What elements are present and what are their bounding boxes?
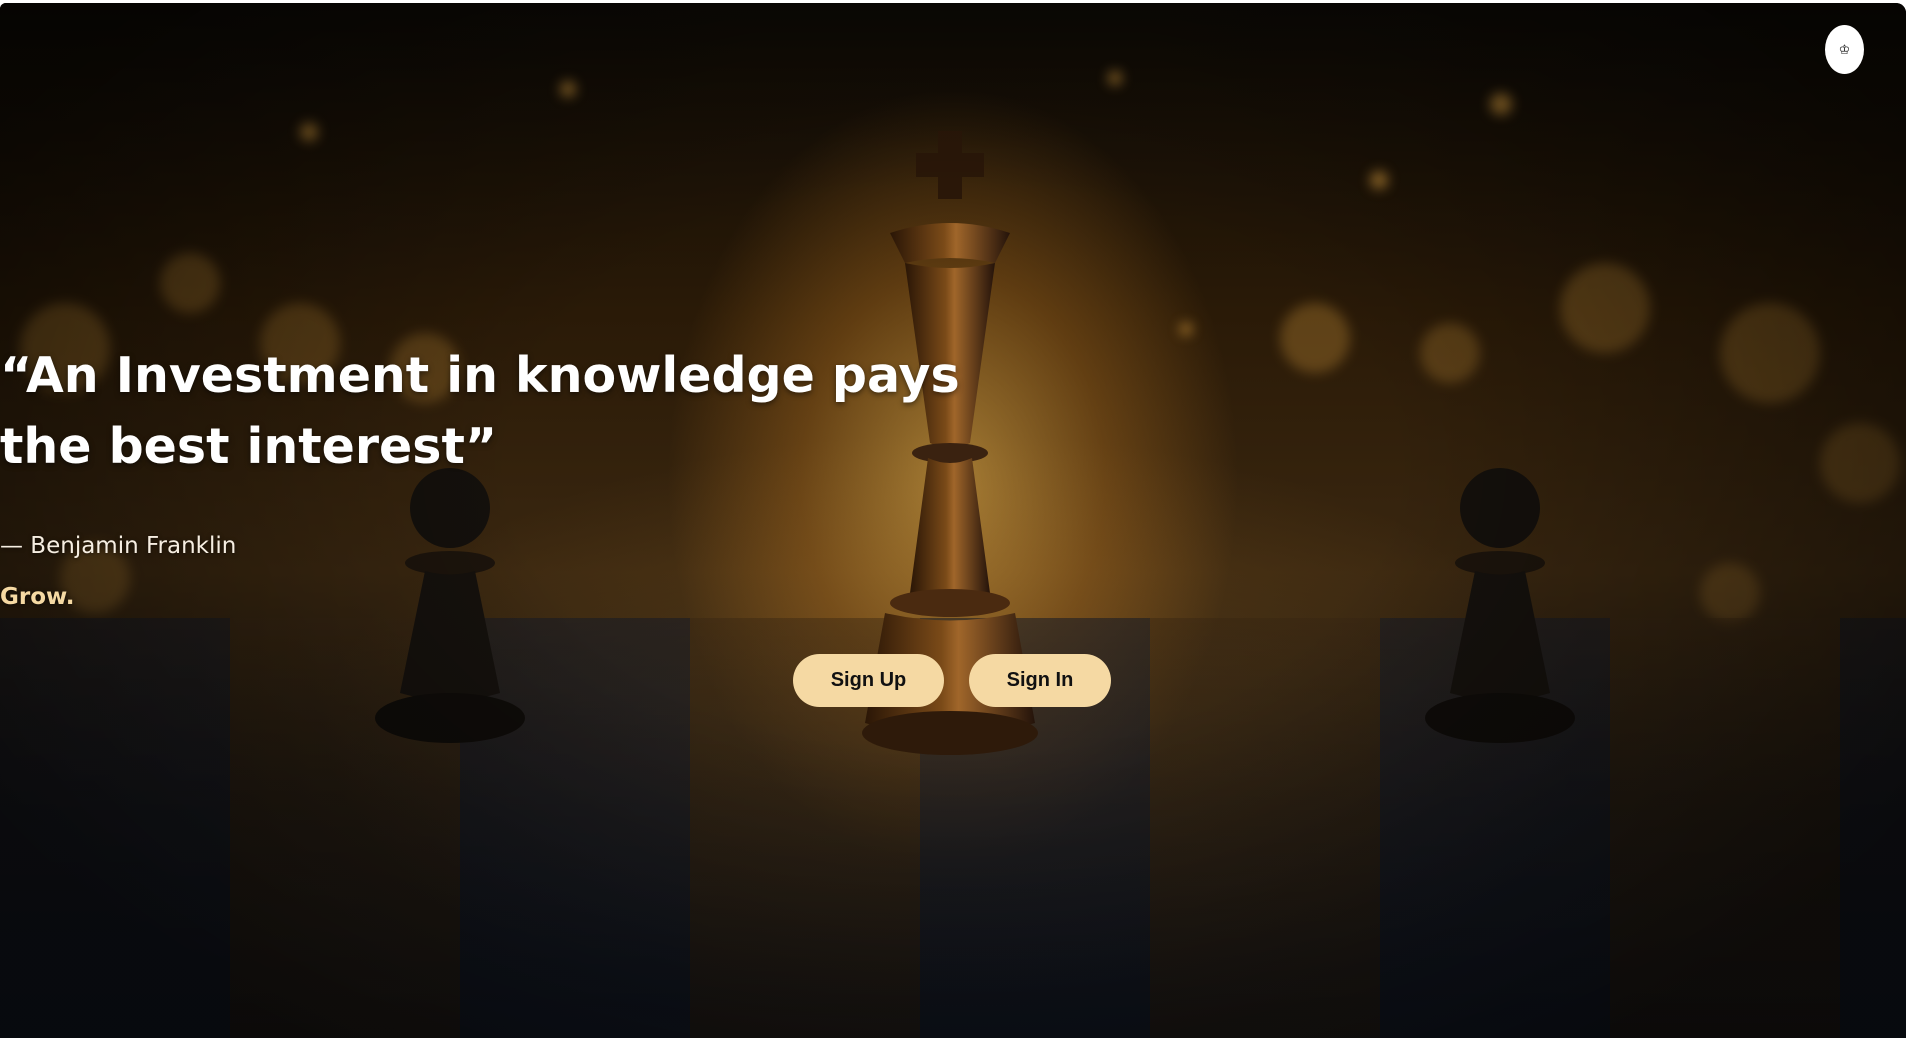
sign-up-button[interactable]: Sign Up: [793, 654, 944, 707]
quote-author: — Benjamin Franklin: [0, 533, 237, 559]
quote-line-2: the best interest”: [0, 418, 498, 475]
hero-quote: “An Investment in knowledge pays the bes…: [0, 340, 1906, 482]
tagline: Grow.: [0, 584, 75, 610]
chess-king-icon: ♔: [1838, 41, 1851, 57]
chess-king-button[interactable]: ♔: [1825, 25, 1864, 74]
vignette-overlay: [0, 3, 1906, 1038]
hero-section: [0, 3, 1906, 1038]
sign-in-button[interactable]: Sign In: [969, 654, 1111, 707]
quote-line-1: “An Investment in knowledge pays: [0, 347, 960, 404]
